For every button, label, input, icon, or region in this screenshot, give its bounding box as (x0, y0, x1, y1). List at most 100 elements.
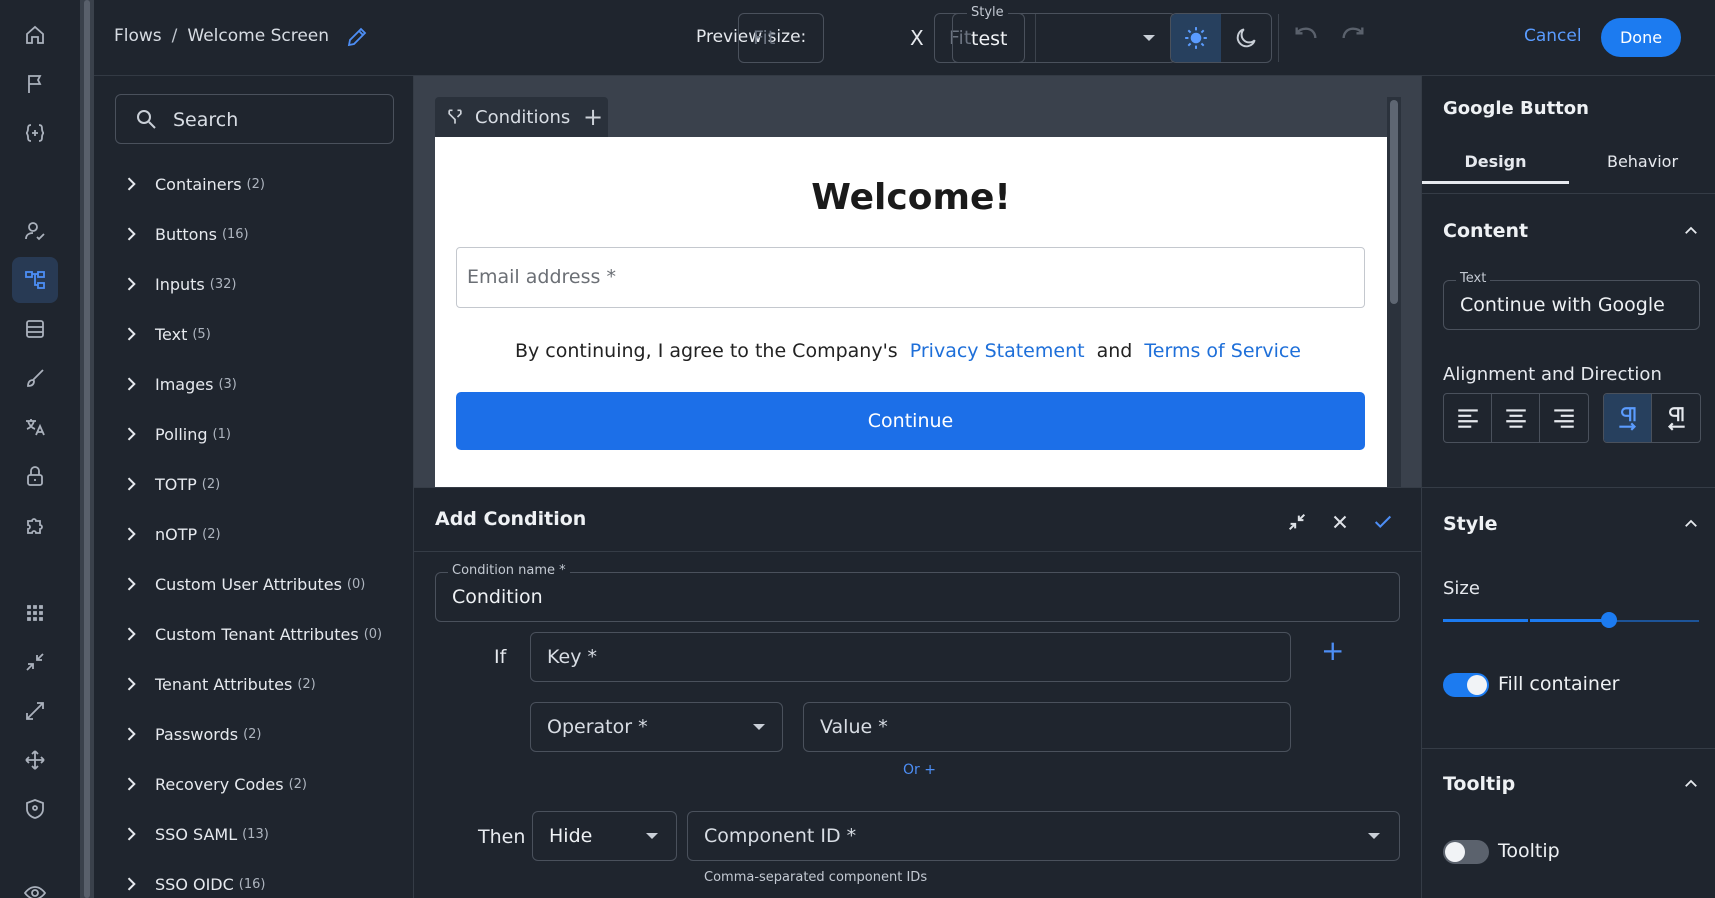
shrink-icon[interactable] (12, 639, 58, 685)
table-icon[interactable] (12, 306, 58, 352)
cancel-button[interactable]: Cancel (1524, 26, 1582, 46)
add-condition-plus-icon[interactable]: + (583, 103, 603, 131)
canvas-scroll-thumb[interactable] (1390, 100, 1398, 304)
component-id-placeholder: Component ID * (704, 825, 857, 847)
category-item[interactable]: Recovery Codes (2) (121, 769, 307, 799)
chevron-right-icon (121, 174, 141, 194)
chevron-up-icon[interactable] (1682, 222, 1700, 240)
undo-icon[interactable] (1290, 22, 1322, 54)
category-item[interactable]: Inputs (32) (121, 269, 236, 299)
search-input[interactable]: Search (115, 94, 394, 144)
category-item[interactable]: Tenant Attributes (2) (121, 669, 316, 699)
move-icon[interactable] (12, 737, 58, 783)
terms-of-service-link[interactable]: Terms of Service (1144, 340, 1301, 362)
category-item[interactable]: Custom User Attributes (0) (121, 569, 365, 599)
tab-behavior[interactable]: Behavior (1569, 144, 1715, 184)
key-field[interactable]: Key * (530, 632, 1291, 682)
condition-name-label: Condition name * (448, 563, 570, 578)
dark-mode-button[interactable] (1221, 14, 1271, 62)
category-label: Containers (155, 174, 242, 194)
size-label: Size (1443, 578, 1480, 599)
align-left-icon[interactable] (1444, 394, 1492, 442)
flow-editor-app: Flows / Welcome Screen Preview size: Fit… (0, 0, 1715, 898)
category-item[interactable]: SSO SAML (13) (121, 819, 269, 849)
branch-icon (445, 107, 465, 127)
continue-button[interactable]: Continue (456, 392, 1365, 450)
confirm-check-icon[interactable] (1369, 508, 1397, 536)
chevron-right-icon (121, 674, 141, 694)
agreement-and: and (1096, 340, 1133, 362)
chevron-up-icon[interactable] (1682, 775, 1700, 793)
translate-icon[interactable] (12, 404, 58, 450)
components-panel: Search Containers (2) Buttons (16) Inputs (32… (94, 76, 414, 898)
category-label: SSO OIDC (155, 874, 234, 894)
rtl-direction-icon[interactable] (1652, 394, 1700, 442)
brackets-plus-icon[interactable] (12, 110, 58, 156)
category-item[interactable]: SSO OIDC (16) (121, 869, 265, 898)
expand-icon[interactable] (12, 688, 58, 734)
component-id-select[interactable]: Component ID * (687, 811, 1400, 861)
size-slider-thumb[interactable] (1601, 612, 1618, 628)
category-label: SSO SAML (155, 824, 238, 844)
flows-icon[interactable] (12, 257, 58, 303)
close-icon[interactable] (1326, 508, 1354, 536)
fill-container-toggle[interactable] (1443, 673, 1489, 697)
category-item[interactable]: Passwords (2) (121, 719, 262, 749)
align-center-icon[interactable] (1492, 394, 1540, 442)
light-mode-button[interactable] (1171, 14, 1221, 62)
category-count: (16) (221, 226, 249, 242)
breadcrumb-separator: / (171, 26, 178, 46)
brush-icon[interactable] (12, 355, 58, 401)
category-item[interactable]: Images (3) (121, 369, 237, 399)
apps-grid-icon[interactable] (12, 590, 58, 636)
condition-name-field[interactable]: Condition name * Condition (435, 563, 1400, 622)
chevron-right-icon (121, 874, 141, 894)
rail-resize-handle[interactable] (80, 0, 94, 898)
category-label: Polling (155, 424, 208, 444)
action-value: Hide (549, 825, 593, 847)
button-text-field[interactable]: Text Continue with Google (1443, 271, 1700, 330)
category-item[interactable]: Text (5) (121, 319, 211, 349)
category-item[interactable]: TOTP (2) (121, 469, 220, 499)
category-item[interactable]: Containers (2) (121, 169, 265, 199)
lock-icon[interactable] (12, 453, 58, 499)
email-field[interactable]: Email address * (456, 247, 1365, 308)
chevron-up-icon[interactable] (1682, 515, 1700, 533)
category-label: TOTP (155, 474, 197, 494)
breadcrumb-flows-link[interactable]: Flows (114, 26, 162, 46)
category-item[interactable]: Buttons (16) (121, 219, 249, 249)
preview-width-input[interactable]: Fit (738, 13, 824, 63)
chevron-right-icon (121, 474, 141, 494)
style-select[interactable]: Style test (952, 5, 1176, 63)
divider (1422, 748, 1715, 749)
operator-select[interactable]: Operator * (530, 702, 783, 752)
done-button[interactable]: Done (1601, 18, 1681, 57)
shield-icon[interactable] (12, 786, 58, 832)
privacy-statement-link[interactable]: Privacy Statement (910, 340, 1085, 362)
category-item[interactable]: Custom Tenant Attributes (0) (121, 619, 382, 649)
home-icon[interactable] (12, 12, 58, 58)
or-add-link[interactable]: Or + (903, 762, 936, 778)
size-slider-track[interactable] (1443, 619, 1610, 622)
conditions-tab[interactable]: Conditions + (435, 97, 608, 137)
eye-icon[interactable] (12, 870, 58, 898)
tooltip-toggle[interactable] (1443, 840, 1489, 864)
ltr-direction-icon[interactable] (1604, 394, 1652, 442)
category-count: (32) (209, 276, 237, 292)
category-label: Custom User Attributes (155, 574, 342, 594)
collapse-icon[interactable] (1283, 508, 1311, 536)
puzzle-icon[interactable] (12, 502, 58, 548)
category-item[interactable]: Polling (1) (121, 419, 231, 449)
redo-icon[interactable] (1337, 22, 1369, 54)
size-slider-tick (1528, 619, 1530, 622)
value-field[interactable]: Value * (803, 702, 1291, 752)
flag-icon[interactable] (12, 61, 58, 107)
category-item[interactable]: nOTP (2) (121, 519, 221, 549)
pencil-icon[interactable] (342, 22, 372, 52)
action-select[interactable]: Hide (532, 811, 677, 861)
category-label: Buttons (155, 224, 217, 244)
add-rule-plus-icon[interactable]: + (1321, 634, 1344, 667)
user-check-icon[interactable] (12, 208, 58, 254)
align-right-icon[interactable] (1540, 394, 1588, 442)
tab-design[interactable]: Design (1422, 144, 1569, 184)
